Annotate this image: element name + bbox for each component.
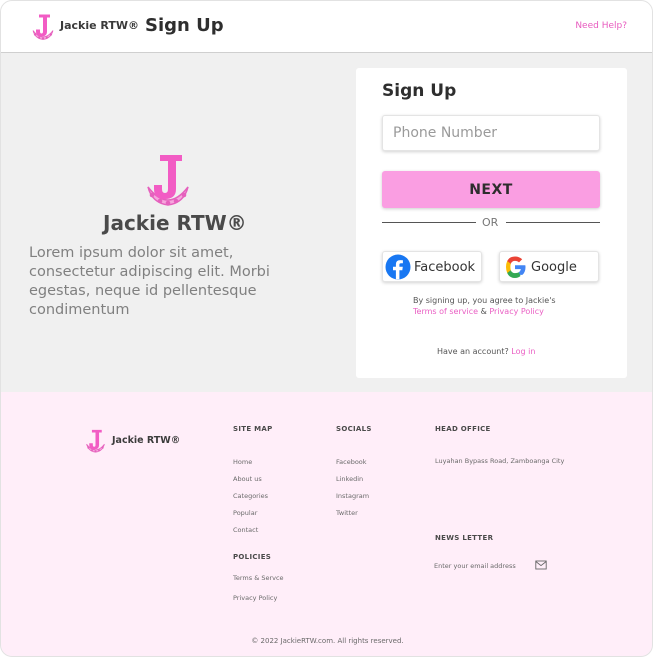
facebook-signup-button[interactable]: Facebook [382, 251, 482, 282]
page-frame: Jackie RTW® Sign Up Need Help? Jackie RT… [0, 0, 653, 657]
page-title: Sign Up [145, 15, 224, 36]
terms-of-service-link[interactable]: Terms of service [413, 307, 478, 316]
header-brand-name: Jackie RTW® [60, 19, 140, 32]
copyright-text: © 2022 JackieRTW.com. All rights reserve… [251, 637, 404, 645]
footer: Jackie RTW® SITE MAP Home About us Categ… [1, 392, 652, 656]
footer-link-home[interactable]: Home [233, 458, 252, 466]
sitemap-heading: SITE MAP [233, 425, 273, 433]
footer-logo-icon[interactable] [83, 426, 108, 456]
login-prompt-text: Have an account? [437, 347, 509, 356]
office-address: Luyahan Bypass Road, Zamboanga City [435, 457, 565, 465]
newsletter-heading: NEWS LETTER [435, 534, 494, 542]
header: Jackie RTW® Sign Up Need Help? [1, 1, 652, 53]
privacy-policy-link[interactable]: Privacy Policy [489, 307, 544, 316]
hero-brand-name: Jackie RTW® [103, 211, 247, 235]
brand-logo-icon[interactable] [29, 11, 57, 43]
phone-number-input[interactable] [382, 115, 600, 151]
facebook-button-label: Facebook [414, 260, 476, 275]
need-help-link[interactable]: Need Help? [575, 21, 627, 31]
footer-link-terms[interactable]: Terms & Servce [233, 574, 284, 582]
socials-heading: SOCIALS [336, 425, 372, 433]
hero-description: Lorem ipsum dolor sit amet, consectetur … [29, 245, 270, 318]
next-button[interactable]: NEXT [382, 171, 600, 208]
footer-link-linkedin[interactable]: Linkedin [336, 475, 363, 483]
terms-notice: By signing up, you agree to Jackie's Ter… [413, 296, 556, 317]
login-prompt: Have an account? Log in [437, 347, 535, 356]
or-divider-left [382, 222, 476, 223]
signup-card: Sign Up NEXT OR Facebook Google By signi… [356, 68, 627, 378]
login-link[interactable]: Log in [511, 347, 535, 356]
footer-link-categories[interactable]: Categories [233, 492, 268, 500]
footer-link-popular[interactable]: Popular [233, 509, 257, 517]
footer-link-facebook[interactable]: Facebook [336, 458, 367, 466]
footer-link-twitter[interactable]: Twitter [336, 509, 358, 517]
footer-link-about[interactable]: About us [233, 475, 262, 483]
newsletter-email-input[interactable] [434, 560, 534, 572]
footer-link-privacy[interactable]: Privacy Policy [233, 594, 277, 602]
policies-heading: POLICIES [233, 553, 272, 561]
google-button-label: Google [531, 260, 577, 275]
terms-notice-text: By signing up, you agree to Jackie's [413, 296, 556, 305]
or-divider-right [506, 222, 600, 223]
head-office-heading: HEAD OFFICE [435, 425, 491, 433]
footer-link-instagram[interactable]: Instagram [336, 492, 369, 500]
hero-logo-icon [147, 155, 189, 206]
google-signup-button[interactable]: Google [499, 251, 599, 282]
footer-link-contact[interactable]: Contact [233, 526, 258, 534]
google-icon [506, 256, 526, 278]
facebook-icon [385, 254, 411, 280]
footer-brand-name: Jackie RTW® [112, 435, 181, 446]
terms-notice-and: & [480, 306, 487, 316]
mail-icon[interactable] [535, 560, 547, 570]
signup-title: Sign Up [382, 81, 457, 101]
or-divider-text: OR [482, 216, 499, 229]
